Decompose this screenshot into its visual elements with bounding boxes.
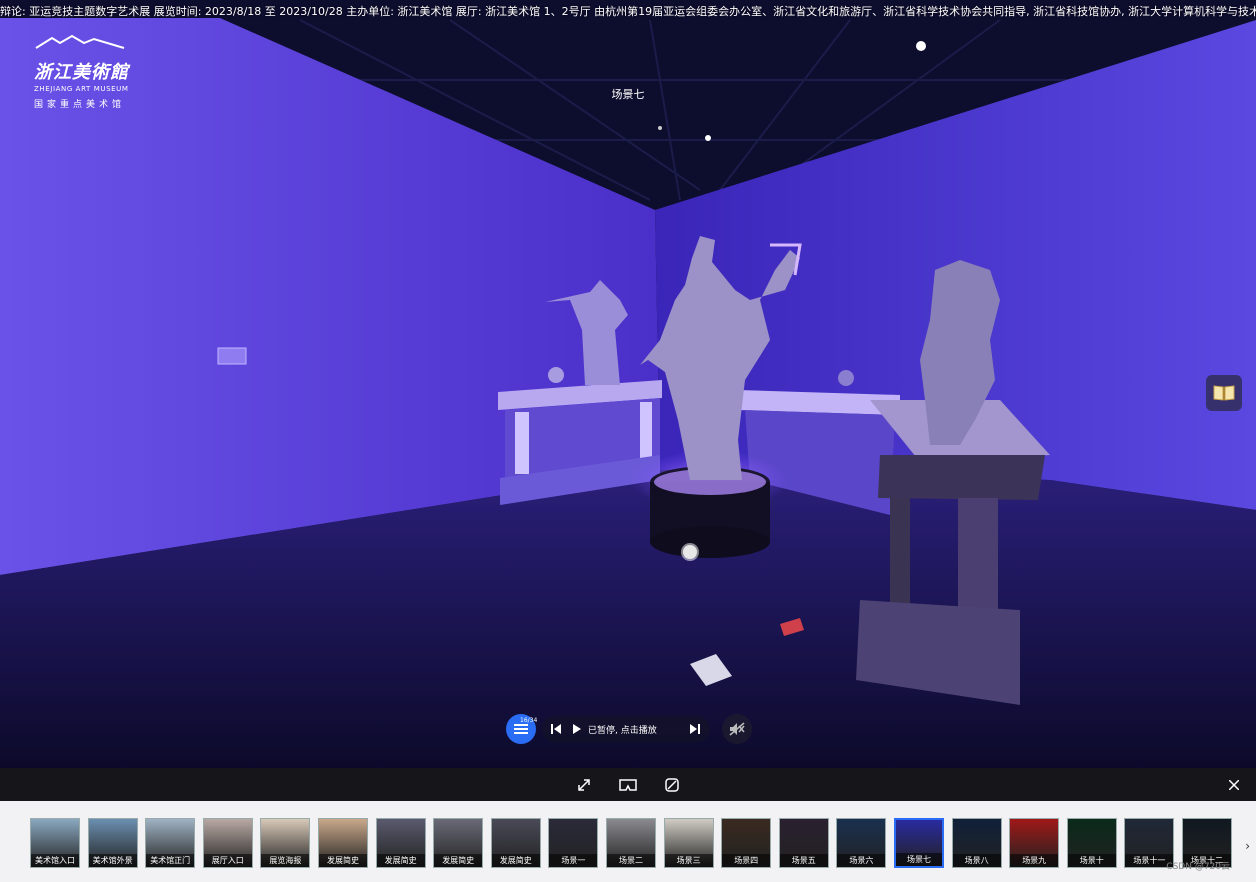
close-thumbnails-button[interactable] (1220, 768, 1248, 801)
thumbnail-label: 场景十 (1067, 854, 1116, 867)
exhibition-info-marquee: 辩论: 亚运竞技主题数字艺术展 展览时间: 2023/8/18 至 2023/1… (0, 0, 1256, 24)
logo-english-name: ZHEJIANG ART MUSEUM (34, 85, 129, 93)
thumbnail-label: 发展简史 (319, 854, 367, 867)
scene-thumbnail[interactable]: 美术馆外景 (87, 818, 138, 868)
thumbnail-label: 美术馆正门 (146, 854, 195, 867)
play-icon (573, 724, 581, 734)
gyroscope-icon (665, 777, 679, 792)
scene-thumbnail[interactable]: 场景十 (1066, 818, 1117, 868)
book-icon (1213, 385, 1235, 401)
close-icon (1229, 779, 1239, 790)
mute-button[interactable] (722, 714, 752, 744)
thumbnail-label: 发展简史 (376, 854, 425, 867)
scene-thumbnail[interactable]: 场景二 (606, 818, 656, 868)
logo-calligraphy: 浙江美術館 (34, 62, 129, 83)
thumbnail-label: 场景三 (664, 854, 713, 867)
thumbnail-label: 发展简史 (491, 854, 540, 867)
next-scene-button[interactable] (682, 716, 708, 742)
scene-thumbnail[interactable]: 发展简史 (433, 818, 484, 868)
thumbnail-label: 美术馆外景 (88, 854, 137, 867)
vr-mode-button[interactable] (606, 768, 650, 801)
thumbnail-label: 场景六 (837, 854, 886, 867)
mountain-logo-icon (35, 34, 125, 49)
view-toolbar (0, 768, 1256, 801)
gyroscope-button[interactable] (650, 768, 694, 801)
scene-thumbnail[interactable]: 发展简史 (490, 818, 541, 868)
guide-book-button[interactable] (1206, 375, 1242, 411)
thumbnail-label: 展览海报 (261, 854, 310, 867)
skip-previous-icon (551, 724, 561, 734)
scene-thumbnail[interactable]: 场景四 (721, 818, 772, 868)
scene-thumbnail[interactable]: 场景九 (1009, 818, 1060, 868)
logo-subtitle: 国家重点美术馆 (34, 100, 126, 110)
thumbnail-label: 场景八 (952, 854, 1001, 867)
scene-thumbnail[interactable]: 美术馆正门 (145, 818, 196, 868)
marquee-text: 辩论: 亚运竞技主题数字艺术展 展览时间: 2023/8/18 至 2023/1… (0, 5, 1256, 18)
navigation-hotspot[interactable] (683, 545, 697, 559)
scene-thumbnail[interactable]: 场景三 (663, 818, 714, 868)
play-button[interactable] (570, 716, 584, 742)
thumbnail-label: 场景七 (896, 853, 942, 866)
autoplay-controls: 已暂停, 点击播放 (542, 716, 710, 742)
scene-thumbnail[interactable]: 场景一 (548, 818, 599, 868)
scene-thumbnail[interactable]: 发展简史 (375, 818, 426, 868)
thumbnail-label: 场景五 (779, 854, 828, 867)
thumbnail-label: 场景一 (549, 854, 598, 867)
scene-thumbnail[interactable]: 场景七 (894, 818, 944, 868)
panorama-view[interactable] (0, 0, 1256, 768)
speaker-muted-icon (729, 722, 745, 736)
thumbnail-label: 展厅入口 (203, 854, 252, 867)
skip-next-icon (690, 724, 700, 734)
thumbnail-label: 场景四 (722, 854, 771, 867)
expand-icon (578, 778, 590, 791)
list-icon (514, 724, 528, 734)
scene-thumbnail[interactable]: 展厅入口 (202, 818, 253, 868)
fullscreen-button[interactable] (562, 768, 606, 801)
scene-thumbnail[interactable]: 场景六 (836, 818, 887, 868)
vr-glasses-icon (619, 778, 637, 791)
scene-thumbnail[interactable]: 场景八 (951, 818, 1002, 868)
chevron-right-icon[interactable]: › (1245, 839, 1250, 853)
gallery-scene-illustration (0, 0, 1256, 768)
current-scene-title: 场景七 (611, 88, 645, 101)
scene-counter: 16/34 (520, 717, 538, 724)
thumbnail-label: 场景九 (1010, 854, 1059, 867)
thumbnail-label: 场景二 (607, 854, 655, 867)
thumbnail-label: 发展简史 (434, 854, 483, 867)
watermark: CSDN @720云 (1166, 862, 1230, 872)
previous-scene-button[interactable] (542, 716, 570, 742)
scene-thumbnail[interactable]: 展览海报 (260, 818, 311, 868)
scene-thumbnail[interactable]: 发展简史 (318, 818, 368, 868)
scene-thumbnail[interactable]: 美术馆入口 (30, 818, 80, 868)
playback-status: 已暂停, 点击播放 (588, 725, 657, 736)
scene-thumbnail-strip: 美术馆入口 美术馆外景 美术馆正门 展厅入口 展览海报 发展简史 发展简史 发展简史 发展简史场… (0, 801, 1256, 882)
thumbnail-label: 美术馆入口 (31, 854, 79, 867)
scene-list-button[interactable]: 16/34 (506, 714, 538, 744)
museum-logo: 浙江美術館 ZHEJIANG ART MUSEUM 国家重点美术馆 (34, 34, 144, 110)
scene-thumbnail[interactable]: 场景五 (778, 818, 829, 868)
